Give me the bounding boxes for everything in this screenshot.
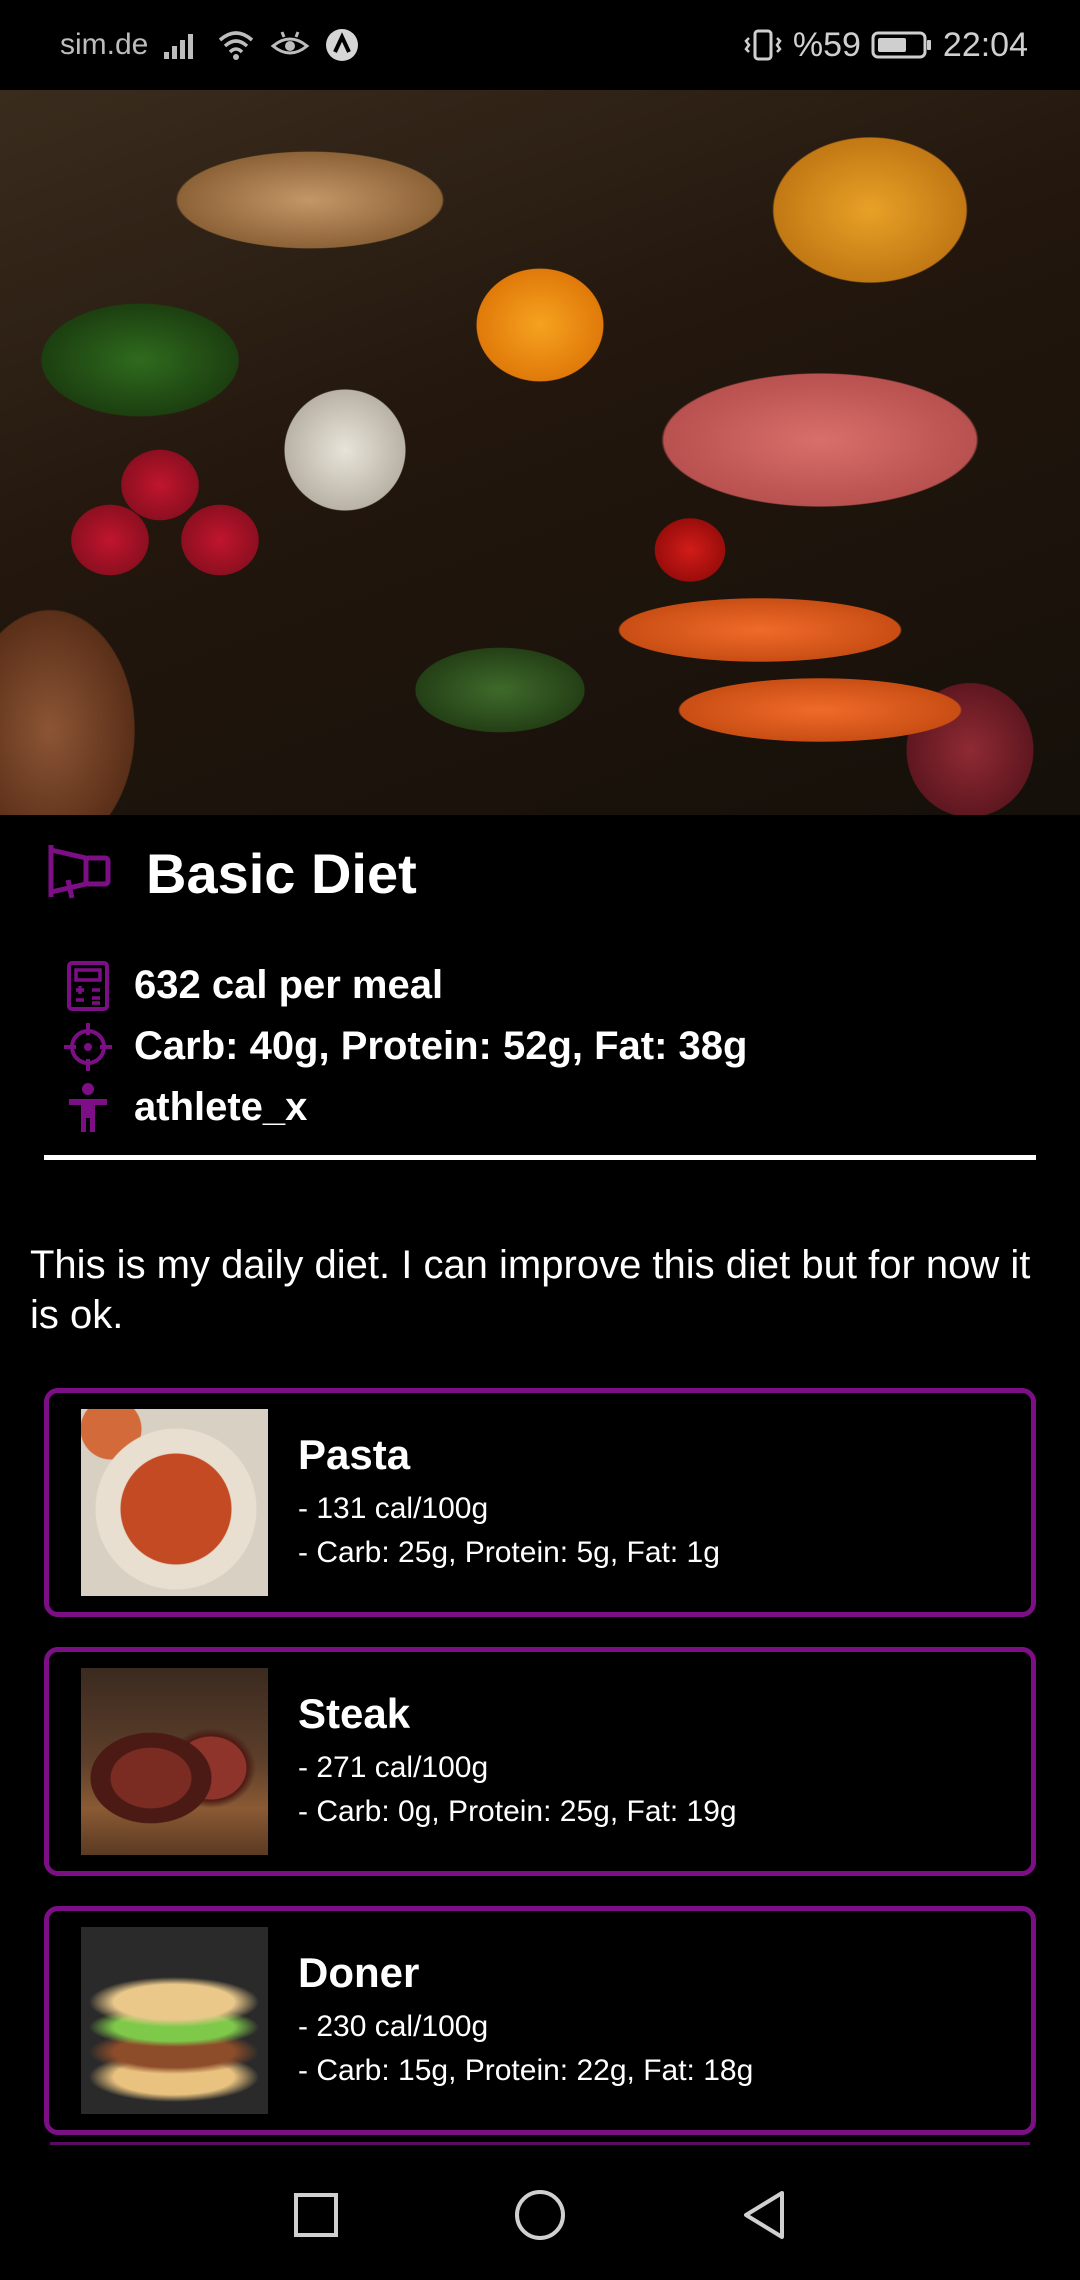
diet-hero-image — [0, 90, 1080, 815]
diet-info: 632 cal per meal Carb: 40g, Protein: 52g… — [62, 955, 747, 1138]
food-card-text: Steak - 271 cal/100g - Carb: 0g, Protein… — [298, 1690, 737, 1834]
food-name: Steak — [298, 1689, 411, 1737]
recents-icon[interactable] — [289, 2188, 343, 2242]
macros-row: Carb: 40g, Protein: 52g, Fat: 38g — [62, 1016, 747, 1077]
carrier-label: sim.de — [60, 28, 149, 61]
food-name: Pasta — [298, 1430, 411, 1478]
pasta-image — [81, 1409, 268, 1596]
person-icon — [62, 1082, 114, 1134]
status-bar-left: sim.de — [60, 27, 360, 63]
status-bar: sim.de %59 22:04 — [0, 0, 1080, 90]
screen: sim.de %59 22:04 Basic Diet 632 cal per … — [0, 0, 1080, 2280]
calories-row: 632 cal per meal — [62, 955, 747, 1016]
status-bar-right: %59 22:04 — [743, 26, 1028, 65]
food-card-doner[interactable]: Doner - 230 cal/100g - Carb: 15g, Protei… — [44, 1906, 1036, 2135]
signal-icon — [162, 30, 202, 60]
next-card-edge — [50, 2142, 1030, 2145]
author-row: athlete_x — [62, 1077, 747, 1138]
back-icon[interactable] — [737, 2188, 791, 2242]
calories-per-meal: 632 cal per meal — [134, 963, 444, 1007]
food-card-text: Doner - 230 cal/100g - Carb: 15g, Protei… — [298, 1949, 753, 2093]
food-macros: - Carb: 25g, Protein: 5g, Fat: 1g — [298, 1535, 720, 1569]
food-calories: - 271 cal/100g — [298, 1750, 489, 1784]
food-name: Doner — [298, 1948, 420, 1996]
food-macros: - Carb: 0g, Protein: 25g, Fat: 19g — [298, 1794, 737, 1828]
food-macros: - Carb: 15g, Protein: 22g, Fat: 18g — [298, 2053, 754, 2087]
eye-comfort-icon — [270, 30, 310, 60]
app-notification-icon — [324, 27, 360, 63]
food-card-text: Pasta - 131 cal/100g - Carb: 25g, Protei… — [298, 1431, 720, 1575]
steak-image — [81, 1668, 268, 1855]
vibrate-icon — [743, 28, 783, 62]
divider — [44, 1155, 1036, 1160]
diet-title: Basic Diet — [146, 841, 417, 905]
target-icon — [62, 1021, 114, 1073]
food-card-steak[interactable]: Steak - 271 cal/100g - Carb: 0g, Protein… — [44, 1647, 1036, 1876]
food-calories: - 230 cal/100g — [298, 2009, 489, 2043]
battery-icon — [871, 30, 933, 60]
navigation-bar — [0, 2150, 1080, 2280]
food-list: Pasta - 131 cal/100g - Carb: 25g, Protei… — [44, 1388, 1036, 2165]
diet-description: This is my daily diet. I can improve thi… — [30, 1243, 1031, 1337]
doner-image — [81, 1927, 268, 2114]
home-icon[interactable] — [513, 2188, 567, 2242]
food-calories: - 131 cal/100g — [298, 1491, 489, 1525]
diet-macros: Carb: 40g, Protein: 52g, Fat: 38g — [134, 1024, 748, 1068]
calculator-icon — [62, 960, 114, 1012]
diet-title-row: Basic Diet — [46, 833, 417, 913]
diet-author[interactable]: athlete_x — [134, 1085, 307, 1130]
battery-percent: %59 — [792, 25, 861, 64]
wifi-icon — [216, 30, 256, 60]
megaphone-icon — [46, 840, 112, 907]
food-card-pasta[interactable]: Pasta - 131 cal/100g - Carb: 25g, Protei… — [44, 1388, 1036, 1617]
clock: 22:04 — [942, 25, 1028, 64]
